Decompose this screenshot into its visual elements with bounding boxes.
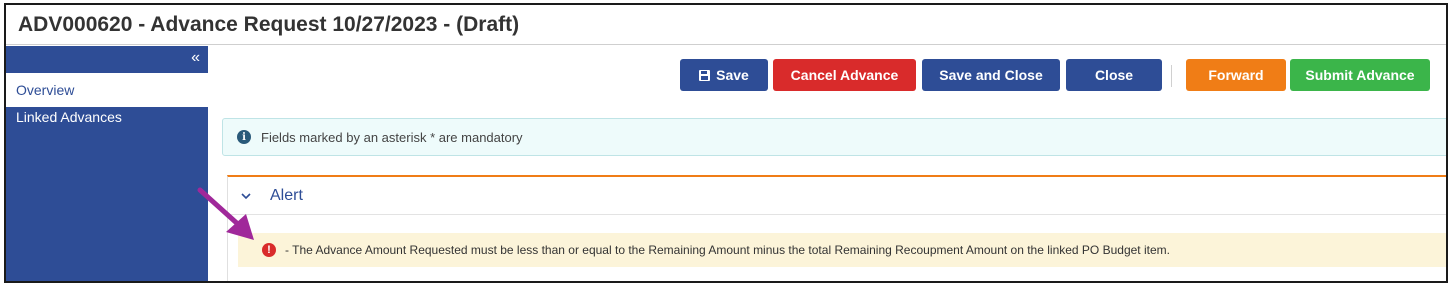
forward-label: Forward	[1208, 67, 1264, 83]
info-text: Fields marked by an asterisk * are manda…	[261, 129, 523, 145]
alert-message-text: - The Advance Amount Requested must be l…	[285, 243, 1170, 257]
save-and-close-label: Save and Close	[939, 67, 1043, 83]
sidebar-item-overview[interactable]: Overview	[6, 73, 208, 107]
info-icon: i	[237, 130, 251, 144]
close-label: Close	[1094, 67, 1134, 83]
sidebar: « Overview Linked Advances	[6, 46, 208, 281]
double-chevron-left-icon[interactable]: «	[191, 50, 200, 66]
alert-message: ! - The Advance Amount Requested must be…	[238, 233, 1446, 267]
sidebar-item-linked-advances[interactable]: Linked Advances	[6, 109, 208, 135]
sidebar-item-label: Linked Advances	[16, 109, 122, 125]
page-title: ADV000620 - Advance Request 10/27/2023 -…	[18, 12, 520, 36]
annotation-arrow-icon	[197, 187, 254, 240]
alert-panel-header[interactable]: Alert	[228, 177, 1446, 215]
close-button[interactable]: Close	[1066, 59, 1162, 91]
alert-title: Alert	[270, 186, 303, 204]
sidebar-item-label: Overview	[16, 82, 75, 98]
error-icon: !	[262, 243, 276, 257]
forward-button[interactable]: Forward	[1186, 59, 1286, 91]
submit-advance-label: Submit Advance	[1305, 67, 1415, 83]
save-button-label: Save	[716, 67, 749, 83]
cancel-advance-label: Cancel Advance	[790, 67, 899, 83]
floppy-disk-icon	[699, 69, 711, 81]
alert-panel: Alert ! - The Advance Amount Requested m…	[227, 175, 1446, 281]
submit-advance-button[interactable]: Submit Advance	[1290, 59, 1430, 91]
cancel-advance-button[interactable]: Cancel Advance	[773, 59, 916, 91]
save-button[interactable]: Save	[680, 59, 768, 91]
title-bar: ADV000620 - Advance Request 10/27/2023 -…	[6, 5, 1446, 45]
mandatory-fields-notice: i Fields marked by an asterisk * are man…	[222, 118, 1446, 156]
toolbar-divider	[1171, 65, 1172, 87]
save-and-close-button[interactable]: Save and Close	[922, 59, 1060, 91]
